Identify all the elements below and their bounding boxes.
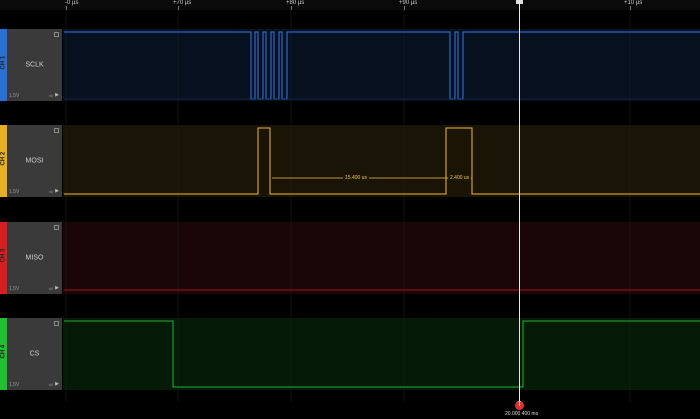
channel-2-label-panel[interactable]: CH 2 MOSI 1.5V x0 ▶: [0, 125, 62, 197]
tick-mark: [66, 6, 67, 10]
x-icon[interactable]: x0: [49, 189, 53, 194]
channel-1-label-panel[interactable]: CH 1 SCLK 1.5V x0 ▶: [0, 29, 62, 101]
channel-3-row: CH 3 MISO 1.5V x0 ▶: [0, 222, 700, 294]
channel-3-plot[interactable]: [63, 222, 700, 294]
channel-1-id: CH 1: [0, 55, 7, 70]
channel-4-row: CH 4 CS 1.5V x0 ▶: [0, 318, 700, 390]
tick-mark: [178, 6, 179, 10]
channel-2-row: CH 2 MOSI 1.5V x0 ▶: [0, 125, 700, 197]
channel-1-volt: 1.5V: [9, 93, 20, 99]
gear-icon[interactable]: [54, 128, 59, 133]
cursor-time-label: 20.000 400 ms: [505, 411, 539, 417]
play-arrow-icon[interactable]: ▶: [55, 285, 59, 291]
channel-3-volt: 1.5V: [9, 286, 20, 292]
channel-2-name: MOSI: [25, 157, 44, 165]
channel-3-id: CH 3: [0, 248, 7, 263]
time-ruler[interactable]: -0 µs +70 µs +80 µs +90 µs +10 µs: [0, 0, 700, 10]
channel-2-plot[interactable]: [63, 125, 700, 197]
tick-mark: [630, 6, 631, 10]
channel-4-name: CS: [29, 350, 40, 358]
gear-icon[interactable]: [54, 321, 59, 326]
channel-3-name: MISO: [25, 254, 44, 262]
gear-icon[interactable]: [54, 32, 59, 37]
time-cursor-line[interactable]: [519, 0, 520, 402]
channel-4-label-panel[interactable]: CH 4 CS 1.5V x0 ▶: [0, 318, 62, 390]
tick-label-0: -0 µs: [65, 0, 79, 6]
tick-mark: [291, 6, 292, 10]
x-icon[interactable]: x0: [49, 382, 53, 387]
channel-1-row: CH 1 SCLK 1.5V x0 ▶: [0, 29, 700, 101]
channel-4-plot[interactable]: [63, 318, 700, 390]
play-arrow-icon[interactable]: ▶: [55, 92, 59, 98]
tick-label-90: +90 µs: [399, 0, 418, 6]
channel-1-plot[interactable]: [63, 29, 700, 101]
tick-mark: [404, 6, 405, 10]
channel-2-volt: 1.5V: [9, 189, 20, 195]
pulse-width-label-1: 15.400 us: [343, 175, 369, 181]
x-icon[interactable]: x0: [49, 286, 53, 291]
channel-2-id: CH 2: [0, 151, 7, 166]
cursor-marker[interactable]: T: [515, 401, 524, 410]
play-arrow-icon[interactable]: ▶: [55, 381, 59, 387]
x-icon[interactable]: x0: [49, 93, 53, 98]
tick-label-80: +80 µs: [286, 0, 305, 6]
tick-label-70: +70 µs: [173, 0, 192, 6]
tick-label-10: +10 µs: [624, 0, 643, 6]
channel-4-id: CH 4: [0, 344, 7, 359]
channel-1-name: SCLK: [25, 61, 44, 69]
channel-3-label-panel[interactable]: CH 3 MISO 1.5V x0 ▶: [0, 222, 62, 294]
pulse-width-label-2: 2.400 us: [448, 175, 472, 181]
gear-icon[interactable]: [54, 225, 59, 230]
channel-4-volt: 1.5V: [9, 382, 20, 388]
play-arrow-icon[interactable]: ▶: [55, 188, 59, 194]
